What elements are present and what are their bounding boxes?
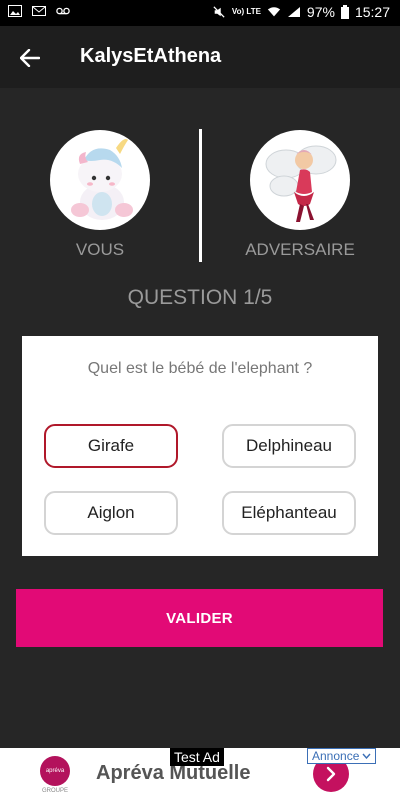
adchoices-button[interactable]: Annonce (307, 748, 377, 764)
answer-option-3[interactable]: Aiglon (44, 491, 178, 535)
arrow-back-icon (20, 49, 40, 67)
mute-icon (213, 6, 225, 18)
back-button[interactable] (12, 40, 48, 76)
page-title: KalysEtAthena (80, 45, 222, 67)
test-ad-label: Test Ad (170, 748, 224, 766)
player-label-you: VOUS (75, 240, 125, 259)
battery-percent: 97% (306, 4, 335, 20)
battery-icon (340, 5, 349, 19)
answer-option-4[interactable]: Eléphanteau (222, 491, 356, 535)
chevron-right-icon (326, 766, 336, 782)
status-bar: Vo) LTE 97% 15:27 (0, 0, 400, 26)
advertiser-logo: apréva (40, 756, 70, 786)
voicemail-icon (56, 7, 70, 15)
status-right-icons: Vo) LTE 97% 15:27 (212, 4, 390, 20)
players-divider (199, 129, 202, 262)
adchoices-label: Annonce (312, 749, 360, 763)
fairy-avatar-icon (265, 145, 337, 222)
question-counter: QUESTION 1/5 (127, 286, 273, 309)
mail-icon (32, 6, 46, 16)
validate-button[interactable]: VALIDER (16, 589, 383, 647)
answer-option-1[interactable]: Girafe (44, 424, 178, 468)
ad-margin-right (378, 748, 400, 800)
question-card: Quel est le bébé de l'elephant ? Girafe … (22, 336, 378, 556)
player-avatar-opponent (250, 130, 350, 230)
question-text: Quel est le bébé de l'elephant ? (87, 360, 313, 377)
status-left-icons (8, 5, 70, 17)
clock: 15:27 (354, 4, 390, 20)
player-label-opponent: ADVERSAIRE (245, 240, 355, 259)
advertiser-logo-subtext: GROUPE (42, 788, 69, 794)
unicorn-avatar-icon (71, 139, 133, 220)
app-bar: KalysEtAthena (0, 26, 400, 88)
answer-option-2[interactable]: Delphineau (222, 424, 356, 468)
signal-icon (287, 7, 300, 17)
chevron-down-icon (362, 753, 371, 759)
image-icon (8, 5, 22, 17)
player-avatar-you (50, 130, 150, 230)
wifi-icon (267, 7, 281, 17)
ad-margin-left (0, 748, 24, 800)
network-label: Vo) LTE (231, 7, 261, 16)
